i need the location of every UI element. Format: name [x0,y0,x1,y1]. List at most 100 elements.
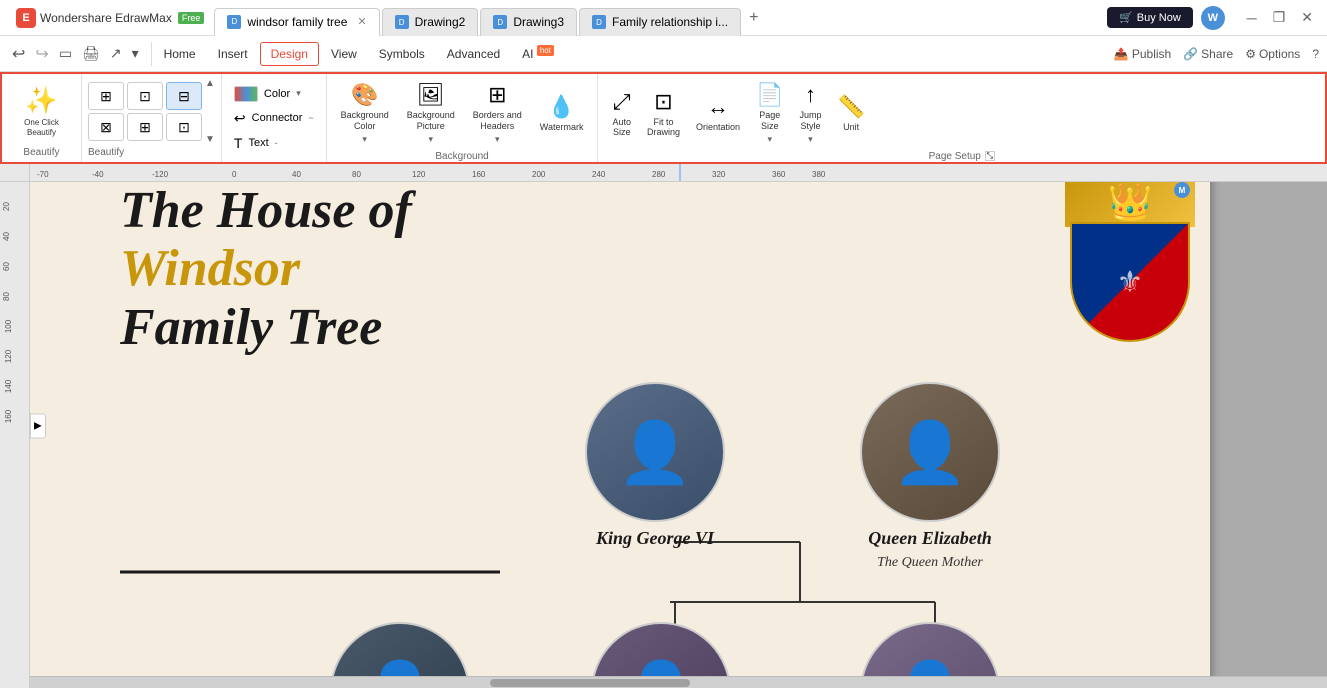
print-button[interactable]: 🖨 [78,43,104,64]
redo-button[interactable]: ↪ [31,42,52,66]
prince-philip-photo-placeholder: 👤 [363,657,438,677]
orientation-icon: ↔ [707,94,729,120]
connector-dropdown-row[interactable]: ↩ Connector ~ [230,108,318,129]
titlebar-right: 🛒 Buy Now W ─ ❐ ✕ [1107,6,1319,30]
king-george-photo-placeholder: 👤 [618,417,693,488]
watermark-icon: 💧 [548,94,575,120]
v-tick-2: 40 [2,232,11,241]
page-size-icon: 📄 [756,82,783,108]
presets-grid: ⊞ ⊡ ⊟ ⊠ ⊞ ⊡ ▲ ▼ [88,78,215,145]
publish-button[interactable]: 📤 Publish [1114,47,1171,61]
menu-symbols[interactable]: Symbols [369,43,435,65]
export-button[interactable]: ↗ [106,43,126,64]
undo-button[interactable]: ↩ [8,42,29,66]
ruler-corner [0,164,30,182]
page-size-label: PageSize [759,110,780,132]
h-scrollbar-thumb[interactable] [490,679,690,687]
jump-style-button[interactable]: ↑ JumpStyle ▾ [793,78,827,149]
ribbon-page-setup-section: ⤢ AutoSize ⊡ Fit toDrawing ↔ Orientation… [598,74,1325,162]
tab-windsor[interactable]: D windsor family tree ✕ [214,8,379,36]
tab-drawing2[interactable]: D Drawing2 [382,8,479,36]
buy-now-button[interactable]: 🛒 Buy Now [1107,7,1193,28]
ruler-tick-10: 240 [592,170,605,179]
user-avatar[interactable]: W [1201,6,1225,30]
text-dropdown-row[interactable]: T Text - [230,133,318,153]
share-button[interactable]: 🔗 Share [1183,47,1233,61]
scroll-up-arrow[interactable]: ▲ [205,78,215,89]
menu-insert[interactable]: Insert [208,43,258,65]
fit-to-drawing-button[interactable]: ⊡ Fit toDrawing [641,85,686,143]
beautify-icon: ✨ [25,85,57,116]
unit-button[interactable]: 📏 Unit [831,90,870,137]
menu-advanced[interactable]: Advanced [437,43,510,65]
background-color-button[interactable]: 🎨 BackgroundColor ▾ [335,78,395,149]
background-picture-button[interactable]: 🖼 BackgroundPicture ▾ [401,78,461,149]
tab-label-family: Family relationship i... [612,15,728,29]
title-family-tree: Family Tree [120,298,412,357]
layout-preset-6[interactable]: ⊡ [166,113,202,141]
menu-view[interactable]: View [321,43,367,65]
page-view-button[interactable]: ▭ [55,43,76,64]
close-button[interactable]: ✕ [1295,7,1319,28]
orientation-button[interactable]: ↔ Orientation [690,90,746,137]
help-button[interactable]: ? [1312,47,1319,61]
color-dropdown-row[interactable]: Color ▾ [230,84,318,104]
tab-family[interactable]: D Family relationship i... [579,8,741,36]
borders-dropdown: ▾ [495,134,500,145]
window-controls: ─ ❐ ✕ [1241,7,1319,28]
title-windsor: Windsor [120,239,412,298]
ruler-tick-12: 320 [712,170,725,179]
scroll-down-arrow[interactable]: ▼ [205,134,215,145]
ruler-tick-11: 280 [652,170,665,179]
free-badge: Free [178,12,205,24]
tab-drawing3[interactable]: D Drawing3 [480,8,577,36]
menu-home[interactable]: Home [154,43,206,65]
edrawmax-watermark: M [1174,182,1190,198]
tab-close-windsor[interactable]: ✕ [357,15,366,28]
borders-headers-button[interactable]: ⊞ Borders andHeaders ▾ [467,78,528,149]
v-tick-5: 100 [4,320,13,333]
menu-design[interactable]: Design [260,42,319,66]
one-click-beautify-button[interactable]: ✨ One ClickBeautify [18,81,65,141]
layout-preset-2[interactable]: ⊡ [127,82,163,110]
sidebar-toggle[interactable]: ▶ [30,414,46,439]
layout-preset-1[interactable]: ⊞ [88,82,124,110]
auto-size-icon: ⤢ [613,89,631,115]
page-setup-expand[interactable]: ⤡ [985,151,995,161]
ruler-tick-2: -40 [92,170,104,179]
person-node-princess-margaret: 👤 Princess Margaret Countess of Snowdon [860,622,1000,676]
watermark-button[interactable]: 💧 Watermark [534,90,590,137]
ruler-tick-1: -70 [37,170,49,179]
v-tick-8: 160 [4,410,13,423]
layout-preset-4[interactable]: ⊠ [88,113,124,141]
page-setup-section-label: Page Setup [929,151,981,162]
text-icon: T [234,135,243,151]
ruler-tick-9: 200 [532,170,545,179]
ruler-tick-4: 0 [232,170,236,179]
minimize-button[interactable]: ─ [1241,7,1263,28]
restore-button[interactable]: ❐ [1267,7,1292,28]
page-setup-bottom: Page Setup ⤡ [606,151,1317,162]
h-scrollbar[interactable] [30,676,1327,688]
ruler-tick-3: -120 [152,170,168,179]
queen-mother-photo: 👤 [860,382,1000,522]
layout-preset-3[interactable]: ⊟ [166,82,202,110]
ribbon-presets-section: ⊞ ⊡ ⊟ ⊠ ⊞ ⊡ ▲ ▼ Beautify [82,74,222,162]
new-tab-button[interactable]: + [741,5,766,31]
jump-style-dropdown: ▾ [808,134,813,145]
color-swatch [234,86,258,102]
page-size-button[interactable]: 📄 PageSize ▾ [750,78,789,149]
queen-mother-name: Queen Elizabeth [868,528,992,549]
options-button[interactable]: ⚙ Options [1245,47,1300,61]
menu-ai[interactable]: AI hot [512,42,564,65]
borders-label: Borders andHeaders [473,110,522,132]
auto-size-button[interactable]: ⤢ AutoSize [606,85,637,143]
v-tick-4: 80 [2,292,11,301]
auto-size-label: AutoSize [612,117,631,139]
connector-label: Connector [252,112,303,124]
app-logo: E Wondershare EdrawMax Free [8,8,212,28]
more-tools-button[interactable]: ▾ [128,43,143,64]
menubar-right: 📤 Publish 🔗 Share ⚙ Options ? [1114,47,1319,61]
layout-preset-5[interactable]: ⊞ [127,113,163,141]
presets-container: ⊞ ⊡ ⊟ ⊠ ⊞ ⊡ [88,82,202,141]
